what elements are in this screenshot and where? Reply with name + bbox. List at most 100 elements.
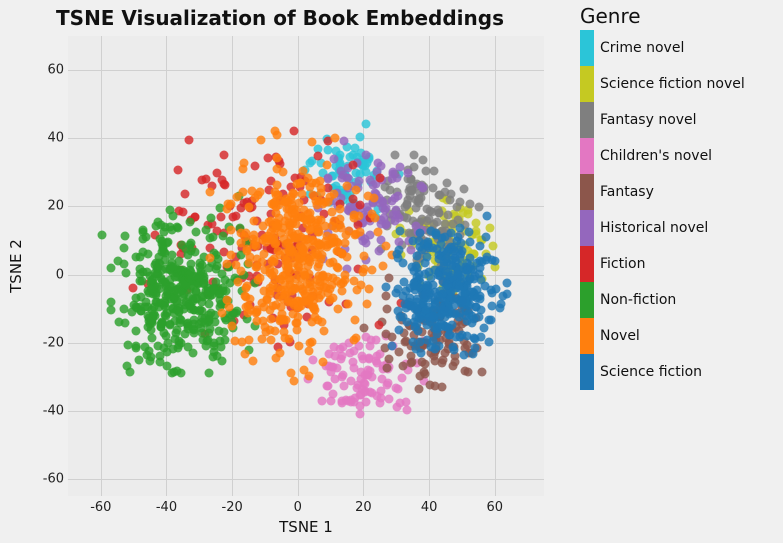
data-point xyxy=(382,242,391,251)
data-point xyxy=(489,242,498,251)
data-point xyxy=(426,206,435,215)
data-point xyxy=(180,189,189,198)
data-point xyxy=(271,239,280,248)
data-point xyxy=(442,282,451,291)
data-point xyxy=(448,321,457,330)
data-point xyxy=(350,346,359,355)
data-point xyxy=(357,351,366,360)
x-tick: 60 xyxy=(486,500,503,515)
data-point xyxy=(416,242,425,251)
y-tick: 60 xyxy=(30,63,64,78)
legend-label: Fiction xyxy=(600,256,645,272)
data-point xyxy=(334,305,343,314)
data-point xyxy=(394,385,403,394)
data-point xyxy=(314,315,323,324)
data-point xyxy=(383,363,392,372)
data-point xyxy=(348,195,357,204)
data-point xyxy=(155,351,164,360)
data-point xyxy=(382,291,391,300)
data-point xyxy=(373,227,382,236)
data-point xyxy=(426,289,435,298)
legend-item: Non-fiction xyxy=(580,282,780,318)
data-point xyxy=(168,212,177,221)
data-point xyxy=(266,335,275,344)
data-point xyxy=(342,253,351,262)
data-point xyxy=(335,204,344,213)
data-point xyxy=(323,382,332,391)
data-point xyxy=(430,166,439,175)
data-point xyxy=(361,119,370,128)
data-point xyxy=(129,283,138,292)
data-point xyxy=(467,287,476,296)
data-point xyxy=(316,183,325,192)
data-point xyxy=(355,201,364,210)
data-point xyxy=(393,307,402,316)
data-point xyxy=(440,188,449,197)
data-point xyxy=(393,191,402,200)
data-point xyxy=(371,214,380,223)
data-point xyxy=(131,294,140,303)
data-point xyxy=(401,287,410,296)
legend-swatch xyxy=(580,210,594,246)
data-point xyxy=(472,230,481,239)
data-point xyxy=(344,397,353,406)
data-point xyxy=(245,253,254,262)
data-point xyxy=(462,331,471,340)
data-point xyxy=(402,304,411,313)
data-point xyxy=(453,236,462,245)
data-point xyxy=(340,238,349,247)
legend-item: Science fiction novel xyxy=(580,66,780,102)
data-point xyxy=(160,227,169,236)
data-point xyxy=(481,233,490,242)
data-point xyxy=(467,311,476,320)
data-point xyxy=(266,325,275,334)
data-point xyxy=(205,188,214,197)
data-point xyxy=(299,366,308,375)
legend-label: Novel xyxy=(600,328,640,344)
data-point xyxy=(414,384,423,393)
data-point xyxy=(146,357,155,366)
data-point xyxy=(430,324,439,333)
data-point xyxy=(361,162,370,171)
data-point xyxy=(124,341,133,350)
y-tick: -20 xyxy=(30,335,64,350)
data-point xyxy=(385,395,394,404)
data-point xyxy=(474,203,483,212)
data-point xyxy=(348,358,357,367)
data-point xyxy=(264,232,273,241)
data-point xyxy=(423,237,432,246)
data-point xyxy=(174,165,183,174)
data-point xyxy=(306,159,315,168)
data-point xyxy=(290,127,299,136)
legend-item: Novel xyxy=(580,318,780,354)
data-point xyxy=(442,179,451,188)
data-point xyxy=(343,299,352,308)
data-point xyxy=(98,231,107,240)
data-point xyxy=(446,228,455,237)
data-point xyxy=(319,327,328,336)
x-tick: 0 xyxy=(294,500,302,515)
data-point xyxy=(431,266,440,275)
data-point xyxy=(206,213,215,222)
data-point xyxy=(205,299,214,308)
data-point xyxy=(292,179,301,188)
data-point xyxy=(362,150,371,159)
data-point xyxy=(478,367,487,376)
legend-title: Genre xyxy=(580,4,641,28)
data-point xyxy=(359,268,368,277)
data-point xyxy=(412,204,421,213)
data-point xyxy=(205,328,214,337)
data-point xyxy=(309,356,318,365)
data-point xyxy=(445,330,454,339)
legend-item: Children's novel xyxy=(580,138,780,174)
data-point xyxy=(290,209,299,218)
data-point xyxy=(351,186,360,195)
legend-item: Crime novel xyxy=(580,30,780,66)
data-point xyxy=(408,263,417,272)
data-point xyxy=(160,297,169,306)
data-point xyxy=(463,367,472,376)
legend-item: Historical novel xyxy=(580,210,780,246)
data-point xyxy=(359,251,368,260)
data-point xyxy=(476,242,485,251)
data-point xyxy=(184,250,193,259)
